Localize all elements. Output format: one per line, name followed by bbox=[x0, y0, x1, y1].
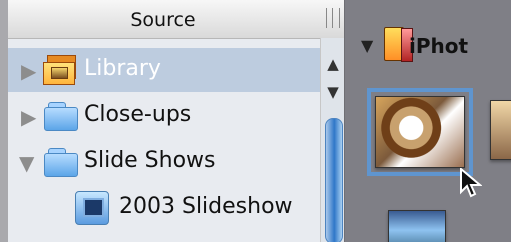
photo-thumbnail[interactable] bbox=[388, 210, 446, 242]
source-title: Source bbox=[130, 9, 196, 31]
folder-icon bbox=[44, 148, 78, 177]
column-resize-grip[interactable] bbox=[326, 8, 340, 28]
disclosure-triangle-icon[interactable]: ▼ bbox=[19, 153, 34, 173]
disclosure-triangle-icon[interactable]: ▶ bbox=[21, 107, 36, 127]
album-title: iPhot bbox=[409, 34, 469, 58]
source-panel: Source ▶ Library ▶ Close-ups ▼ Slide Sho… bbox=[8, 0, 345, 242]
source-item-close-ups[interactable]: ▶ Close-ups bbox=[8, 94, 320, 138]
source-item-label: Library bbox=[84, 56, 161, 81]
source-item-slide-shows[interactable]: ▼ Slide Shows bbox=[8, 140, 320, 184]
photo-thumbnail[interactable] bbox=[490, 100, 511, 160]
source-item-label: Close-ups bbox=[84, 102, 192, 127]
folder-icon bbox=[44, 102, 78, 131]
slideshow-icon-screen bbox=[83, 198, 104, 217]
disclosure-triangle-icon[interactable]: ▶ bbox=[21, 61, 36, 81]
scroll-down-icon[interactable]: ▼ bbox=[321, 78, 344, 108]
folder-icon-body bbox=[44, 153, 78, 177]
album-icon bbox=[384, 27, 413, 62]
selected-photo-thumbnail[interactable] bbox=[367, 88, 473, 176]
source-scrollbar[interactable]: ▲ ▼ bbox=[320, 38, 344, 242]
source-item-label: 2003 Slideshow bbox=[119, 194, 293, 219]
album-disclosure-icon[interactable]: ▼ bbox=[361, 38, 373, 54]
source-item-library[interactable]: ▶ Library bbox=[8, 48, 320, 92]
slideshow-icon bbox=[75, 191, 109, 225]
source-item-2003-slideshow[interactable]: 2003 Slideshow bbox=[8, 186, 320, 230]
window-edge bbox=[0, 0, 8, 242]
scroll-thumb[interactable] bbox=[325, 118, 343, 242]
photo-browser: ▼ iPhot bbox=[345, 0, 511, 242]
library-icon bbox=[43, 55, 77, 85]
scroll-up-icon[interactable]: ▲ bbox=[321, 50, 344, 80]
source-header: Source bbox=[8, 0, 344, 39]
library-icon-photo bbox=[51, 67, 68, 79]
mouse-pointer-icon bbox=[460, 168, 482, 198]
folder-icon-body bbox=[44, 107, 78, 131]
source-item-label: Slide Shows bbox=[84, 148, 216, 173]
